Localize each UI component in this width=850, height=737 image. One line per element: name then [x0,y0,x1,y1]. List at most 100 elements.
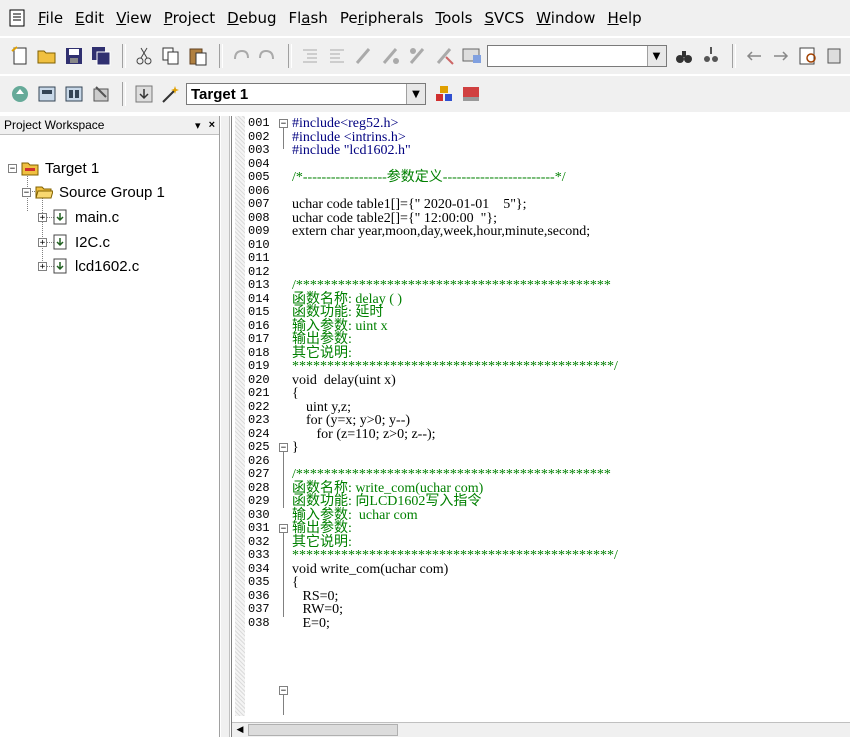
copy-button[interactable] [159,44,183,68]
source-browser-button[interactable] [796,44,820,68]
save-all-button[interactable] [89,44,113,68]
menu-peripherals[interactable]: Peripherals [334,9,430,27]
target-select[interactable]: Target 1 ▼ [186,83,426,105]
line-number: 012 [248,264,270,279]
incremental-find-button[interactable] [699,44,723,68]
line-number: 014 [248,291,270,306]
options-target-button[interactable] [159,82,183,106]
line-number: 029 [248,494,270,508]
find-in-files-button[interactable] [460,44,484,68]
c-file-icon [53,258,67,274]
code-line: { [292,575,299,590]
code-line: #include "lcd1602.h" [292,143,411,158]
unindent-button[interactable] [325,44,349,68]
find-combo[interactable]: ▼ [487,45,667,67]
tree-label-file: lcd1602.c [75,257,140,275]
new-file-button[interactable] [8,44,32,68]
code-editor[interactable]: 001 002 003 004 005 006 007 008 009 010 011 012 013 0… [231,116,850,737]
menu-file[interactable]: File [32,9,69,27]
line-number: 027 [248,467,270,481]
line-number: 036 [248,588,270,603]
chevron-down-icon[interactable]: ▼ [646,46,666,66]
new-file-icon [11,46,27,65]
bookmark-prev-button[interactable] [379,44,403,68]
configure-button[interactable] [823,44,847,68]
tree-node-file[interactable]: + main.c [38,206,119,228]
tree-label-source-group: Source Group 1 [59,183,165,201]
file-extensions-button[interactable] [459,82,483,106]
fold-collapse-icon[interactable]: − [279,443,288,453]
menu-debug[interactable]: Debug [221,9,282,27]
compile-button[interactable] [8,82,32,106]
fold-collapse-icon[interactable]: − [279,524,288,534]
menu-tools[interactable]: Tools [430,9,479,27]
menu-project[interactable]: Project [158,9,221,27]
download-button[interactable] [132,82,156,106]
line-number: 028 [248,480,270,495]
cut-button[interactable] [132,44,156,68]
indent-button[interactable] [298,44,322,68]
c-file-icon [53,234,67,250]
menu-flash[interactable]: Flash [282,9,333,27]
c-file-icon [53,209,67,225]
menu-svcs[interactable]: SVCS [478,9,530,27]
line-number: 035 [248,575,270,589]
code-text[interactable]: #include<reg52.h> #include <intrins.h> #in… [292,117,618,630]
fold-collapse-icon[interactable]: − [279,119,288,129]
code-line: for (z=110; z>0; z--); [292,426,436,442]
bookmark-clear-button[interactable] [433,44,457,68]
menu-view[interactable]: View [110,9,158,27]
code-line: uint y,z; [292,399,351,415]
build-target-icon [38,86,56,102]
expand-icon[interactable]: + [38,261,47,271]
editor-selection-margin[interactable] [235,116,245,716]
build-toolbar: Target 1 ▼ [0,76,850,112]
line-number: 005 [248,170,270,184]
menu-edit[interactable]: Edit [69,9,110,27]
tree-node-source-group[interactable]: − Source Group 1 [22,181,165,203]
file-toolbar: ▼ [0,38,850,74]
line-number: 015 [248,305,270,319]
source-browser-icon [799,47,816,65]
workspace-pin-button[interactable]: ▾ [195,119,201,132]
document-icon [9,9,25,27]
tree-node-target[interactable]: − Target 1 [8,157,99,179]
menu-help[interactable]: Help [601,9,647,27]
undo-button[interactable] [229,44,253,68]
bookmark-toggle-button[interactable] [352,44,376,68]
collapse-icon[interactable]: − [22,187,31,197]
fold-collapse-icon[interactable]: − [279,686,288,696]
save-button[interactable] [62,44,86,68]
code-line: #include <intrins.h> [292,129,406,145]
workspace-close-button[interactable]: × [209,119,215,132]
menu-window[interactable]: Window [530,9,601,27]
expand-icon[interactable]: + [38,237,47,247]
bookmark-next-button[interactable] [406,44,430,68]
project-tree: − Target 1 − Source Group 1 + main.c + I… [0,135,219,335]
paste-button[interactable] [186,44,210,68]
navigate-forward-button[interactable] [769,44,793,68]
line-number: 031 [248,521,270,535]
code-line: uchar code table2[]={" 12:00:00 "}; [292,210,497,226]
navigate-back-button[interactable] [742,44,766,68]
collapse-icon[interactable]: − [8,163,17,173]
scroll-thumb[interactable] [248,724,398,736]
code-line: 函数功能: 延时 [292,305,384,320]
scroll-left-icon[interactable]: ◀ [234,724,246,736]
tree-node-file[interactable]: + I2C.c [38,231,110,253]
stop-build-button[interactable] [89,82,113,106]
panel-splitter[interactable] [221,116,230,737]
find-button[interactable] [673,44,697,68]
manage-components-button[interactable] [432,82,456,106]
rebuild-all-button[interactable] [62,82,86,106]
open-file-button[interactable] [35,44,59,68]
build-target-button[interactable] [35,82,59,106]
redo-button[interactable] [256,44,280,68]
toolbar-separator [288,44,293,68]
expand-icon[interactable]: + [38,212,47,222]
tree-node-file[interactable]: + lcd1602.c [38,255,139,277]
horizontal-scrollbar[interactable]: ◀ [232,722,850,737]
chevron-down-icon[interactable]: ▼ [406,84,425,104]
